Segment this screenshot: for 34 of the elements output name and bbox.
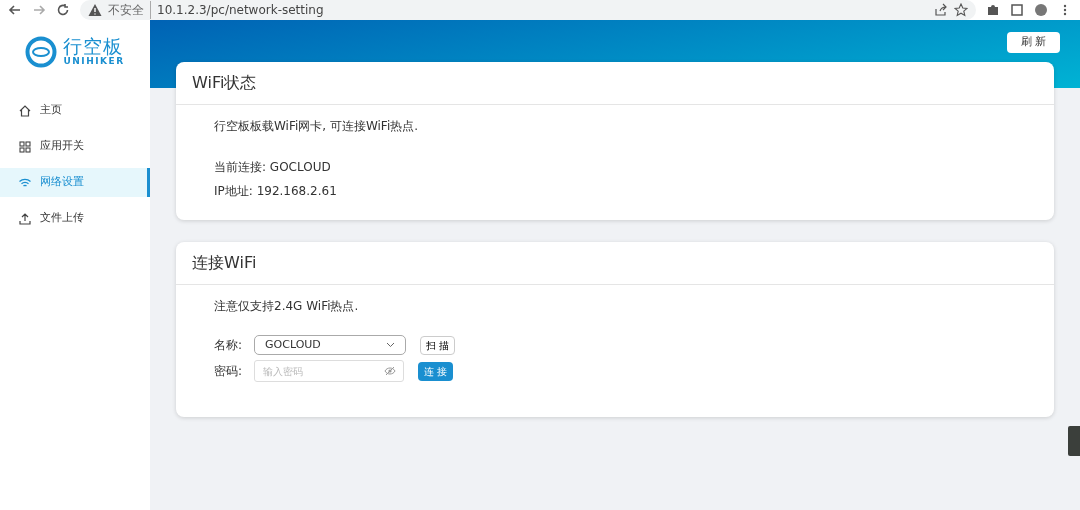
share-icon[interactable]: [934, 3, 948, 17]
logo-subtitle: UNIHIKER: [63, 56, 125, 67]
card-title: 连接WiFi: [176, 242, 1054, 285]
sidebar-item[interactable]: 文件上传: [0, 204, 150, 233]
url-text: 10.1.2.3/pc/network-setting: [150, 1, 324, 19]
star-icon[interactable]: [954, 3, 968, 17]
chevron-icon: [386, 342, 396, 348]
home-icon: [18, 103, 32, 118]
description-text: 行空板板载WiFi网卡, 可连接WiFi热点.: [214, 118, 420, 135]
sidebar-item[interactable]: 主页: [0, 96, 150, 125]
grid-icon: [18, 139, 32, 154]
network-select[interactable]: GOCLOUD: [254, 335, 407, 355]
eye-off-icon[interactable]: [384, 366, 397, 376]
card-title: WiFi状态: [176, 62, 1054, 105]
field-label: 名称:: [214, 337, 243, 354]
field-label: 密码:: [214, 363, 243, 380]
status-line: IP地址: 192.168.2.61: [214, 183, 338, 200]
logo-icon: [25, 36, 58, 68]
note-text: 注意仅支持2.4G WiFi热点.: [214, 298, 360, 315]
refresh-button[interactable]: 刷 新: [1006, 32, 1060, 53]
logo-text: 行空板: [63, 37, 125, 57]
connect-button[interactable]: 连 接: [418, 361, 454, 381]
window-icon[interactable]: [1010, 3, 1024, 17]
back-icon[interactable]: [8, 3, 22, 17]
upload-icon: [18, 211, 32, 226]
password-field[interactable]: 输入密码: [254, 360, 405, 382]
profile-icon[interactable]: [1034, 3, 1048, 17]
warning-icon: [88, 3, 102, 17]
security-label: 不安全: [108, 2, 144, 19]
address-bar[interactable]: 不安全 10.1.2.3/pc/network-setting: [80, 0, 976, 20]
status-line: 当前连接: GOCLOUD: [214, 159, 332, 176]
scan-button[interactable]: 扫 描: [420, 335, 456, 355]
reload-icon[interactable]: [56, 3, 70, 17]
sidebar-item[interactable]: 应用开关: [0, 132, 150, 161]
